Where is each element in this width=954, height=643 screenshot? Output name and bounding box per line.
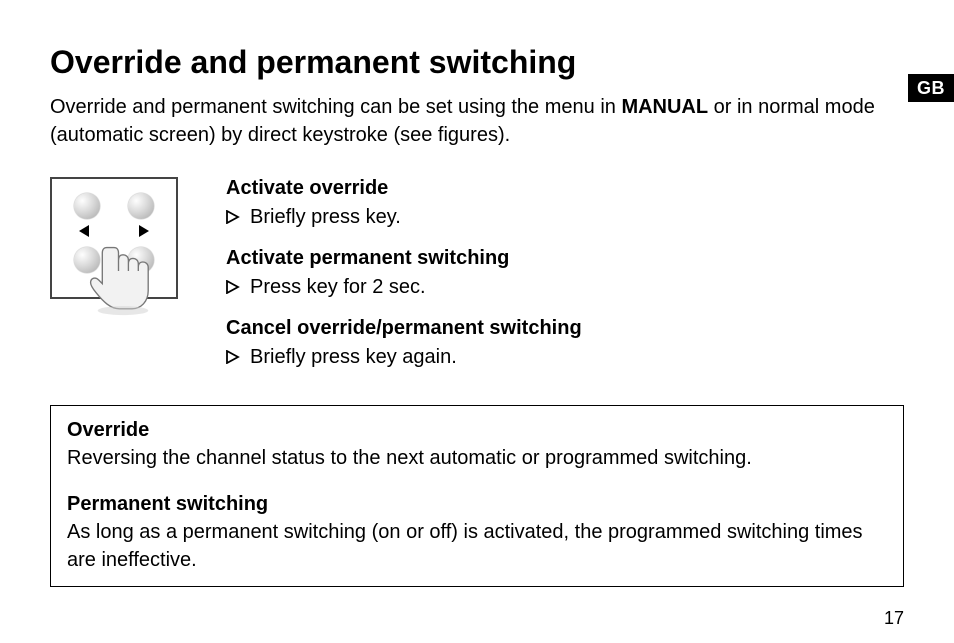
step-text: Briefly press key again. (250, 346, 457, 369)
definition-text: Reversing the channel status to the next… (67, 444, 887, 472)
keypad-button-bottom-right (128, 247, 154, 273)
page-title: Override and permanent switching (50, 44, 904, 81)
keypad-button-top-right (128, 193, 154, 219)
instruction-row: Activate override Briefly press key. Act… (50, 177, 904, 369)
triangle-right-icon (139, 225, 149, 237)
definitions-box: Override Reversing the channel status to… (50, 405, 904, 587)
keypad-button-bottom-left (74, 247, 100, 273)
page-body: Override and permanent switching Overrid… (0, 0, 954, 587)
definition-term: Override (67, 416, 887, 444)
step-title: Cancel override/permanent switching (226, 317, 904, 340)
step-line: Briefly press key. (226, 206, 904, 229)
step-text: Briefly press key. (250, 206, 401, 229)
keypad-figure (50, 177, 178, 299)
definition-term: Permanent switching (67, 490, 887, 518)
definition-block: Permanent switching As long as a permane… (67, 490, 887, 574)
chevron-right-icon (226, 350, 240, 364)
step-line: Briefly press key again. (226, 346, 904, 369)
step-text: Press key for 2 sec. (250, 276, 426, 299)
intro-text-pre: Override and permanent switching can be … (50, 96, 621, 118)
intro-text-bold: MANUAL (621, 96, 708, 118)
definition-block: Override Reversing the channel status to… (67, 416, 887, 472)
chevron-right-icon (226, 280, 240, 294)
chevron-right-icon (226, 210, 240, 224)
instructions-list: Activate override Briefly press key. Act… (226, 177, 904, 369)
step-line: Press key for 2 sec. (226, 276, 904, 299)
step-title: Activate permanent switching (226, 247, 904, 270)
intro-paragraph: Override and permanent switching can be … (50, 93, 880, 149)
keypad-button-top-left (74, 193, 100, 219)
definition-text: As long as a permanent switching (on or … (67, 518, 887, 574)
step-title: Activate override (226, 177, 904, 200)
triangle-left-icon (79, 225, 89, 237)
page-number: 17 (884, 608, 904, 629)
